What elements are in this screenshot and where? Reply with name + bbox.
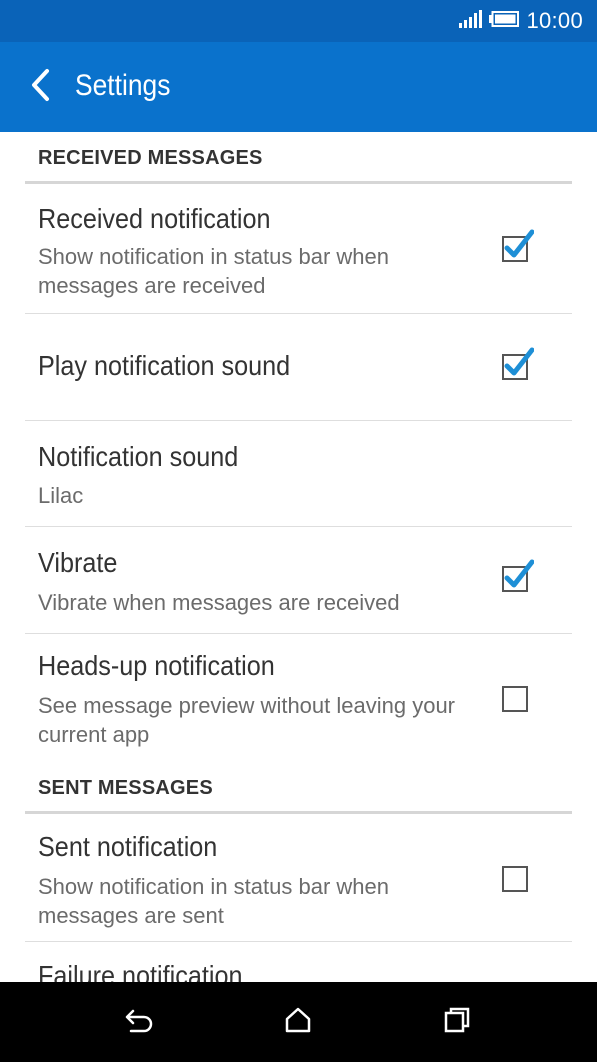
setting-failure-notification[interactable]: Failure notification — [25, 942, 572, 982]
setting-play-notification-sound[interactable]: Play notification sound — [25, 314, 572, 421]
setting-title: Failure notification — [38, 960, 243, 982]
check-icon — [504, 347, 534, 376]
back-icon — [123, 1006, 155, 1039]
status-time: 10:00 — [526, 8, 583, 33]
app-bar: Settings — [0, 42, 597, 132]
setting-value: Lilac — [38, 483, 84, 508]
nav-recents-button[interactable] — [437, 1004, 477, 1040]
setting-title: Received notification — [38, 203, 271, 234]
chevron-left-icon — [29, 68, 51, 107]
status-icons: 10:00 — [458, 7, 583, 35]
sent-notification-checkbox[interactable] — [502, 866, 528, 892]
setting-title: Heads-up notification — [38, 650, 275, 681]
section-header-label: SENT MESSAGES — [38, 777, 213, 799]
section-header-received: RECEIVED MESSAGES — [25, 132, 572, 184]
check-icon — [504, 229, 534, 258]
check-icon — [504, 559, 534, 588]
section-header-label: RECEIVED MESSAGES — [38, 147, 263, 169]
home-icon — [284, 1006, 312, 1039]
signal-icon — [458, 9, 483, 33]
setting-vibrate[interactable]: Vibrate Vibrate when messages are receiv… — [25, 527, 572, 634]
setting-title: Notification sound — [38, 441, 239, 472]
setting-heads-up-notification[interactable]: Heads-up notification See message previe… — [25, 634, 572, 762]
settings-list[interactable]: RECEIVED MESSAGES Received notification … — [0, 132, 597, 982]
heads-up-checkbox[interactable] — [502, 686, 528, 712]
setting-notification-sound[interactable]: Notification sound Lilac — [25, 421, 572, 527]
back-button[interactable] — [18, 62, 62, 112]
setting-title: Play notification sound — [38, 350, 291, 381]
play-sound-checkbox[interactable] — [502, 347, 534, 380]
page-title: Settings — [75, 69, 171, 102]
received-notification-checkbox[interactable] — [502, 229, 534, 262]
status-bar: 10:00 — [0, 0, 597, 42]
setting-sent-notification[interactable]: Sent notification Show notification in s… — [25, 814, 572, 942]
recents-icon — [443, 1006, 471, 1039]
nav-back-button[interactable] — [119, 1004, 159, 1040]
setting-received-notification[interactable]: Received notification Show notification … — [25, 184, 572, 314]
navigation-bar — [0, 982, 597, 1062]
setting-subtitle: Vibrate when messages are received — [38, 590, 400, 615]
section-header-sent: SENT MESSAGES — [25, 762, 572, 814]
setting-subtitle: Show notification in status bar when mes… — [38, 244, 389, 298]
setting-subtitle: See message preview without leaving your… — [38, 693, 456, 747]
setting-subtitle: Show notification in status bar when mes… — [38, 874, 389, 928]
setting-title: Vibrate — [38, 547, 118, 578]
battery-icon — [489, 10, 520, 32]
vibrate-checkbox[interactable] — [502, 559, 534, 592]
setting-title: Sent notification — [38, 831, 218, 862]
nav-home-button[interactable] — [278, 1004, 318, 1040]
